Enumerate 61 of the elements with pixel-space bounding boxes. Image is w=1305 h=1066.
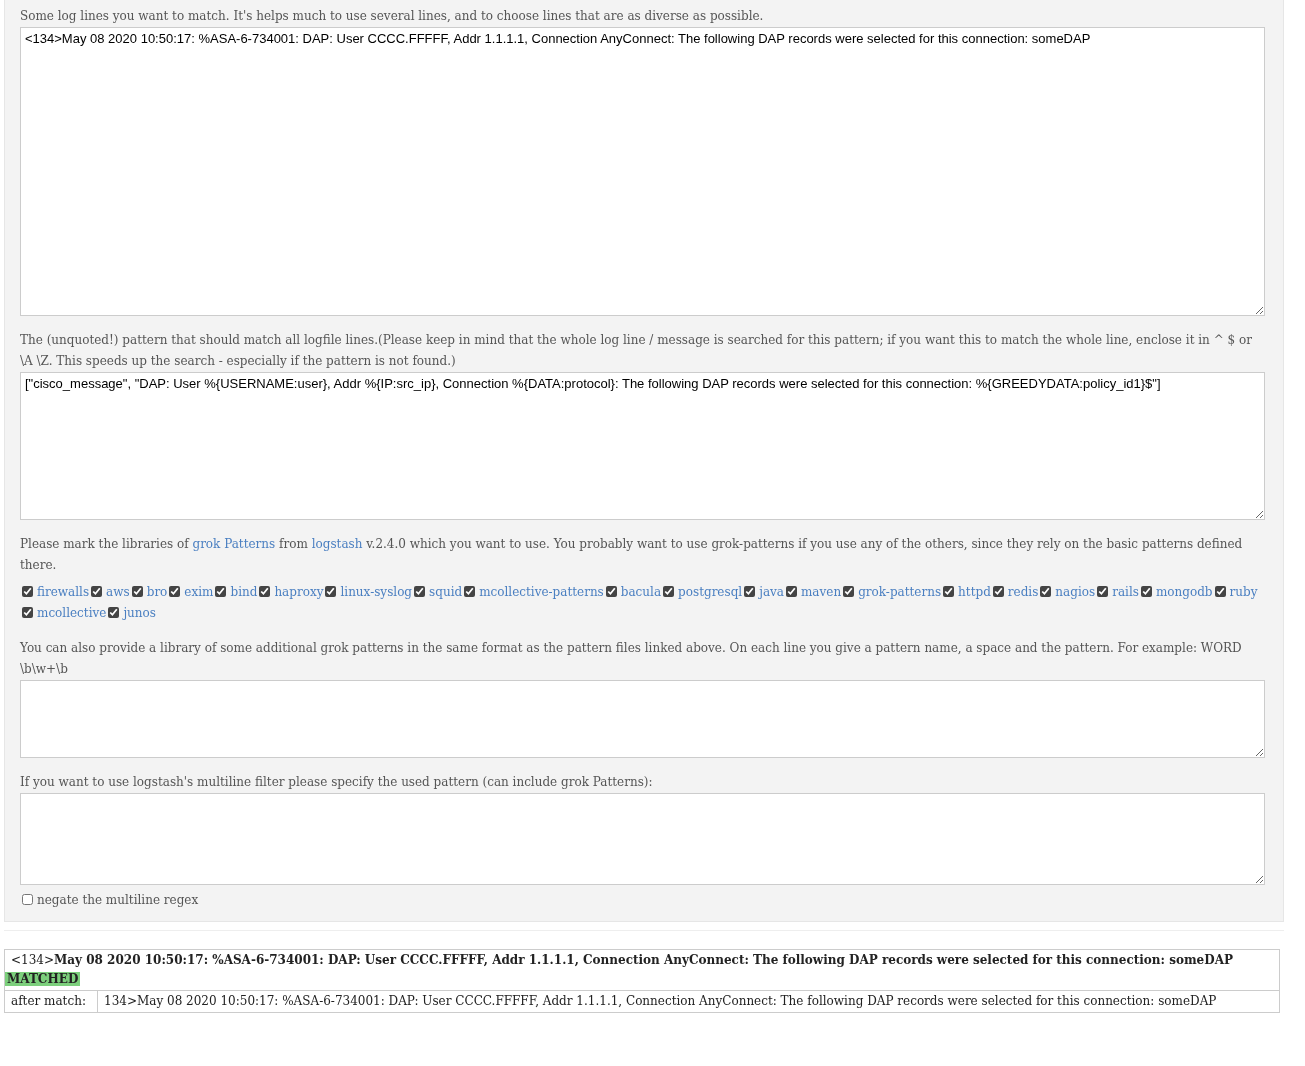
library-checkbox[interactable]	[169, 586, 181, 597]
table-cell: after match:	[4, 990, 98, 1013]
extra-patterns-field[interactable]	[20, 680, 1265, 758]
library-checkbox[interactable]	[325, 586, 337, 597]
library-checkbox[interactable]	[843, 586, 855, 597]
library-checkbox[interactable]	[259, 586, 271, 597]
field-label: You can also provide a library of some additional grok patterns in the same format as the pattern files linked above. On each line you give a pattern name, a space and the pattern. For example: WORD \b\w+\b	[20, 640, 1243, 678]
field-label: If you want to use logstash's multiline filter please specify the used pattern (can include grok Patterns):	[20, 774, 654, 791]
library-checkbox[interactable]	[22, 607, 33, 618]
library-link[interactable]: postgresql	[678, 585, 743, 599]
library-link[interactable]: junos	[123, 606, 156, 620]
library-link[interactable]: grok Patterns	[192, 537, 276, 551]
library-link[interactable]: squid	[429, 585, 463, 599]
library-checkbox[interactable]	[215, 586, 227, 597]
library-link[interactable]: bro	[146, 585, 168, 599]
library-link[interactable]: mcollective	[37, 606, 107, 620]
library-link[interactable]: rails	[1112, 585, 1139, 599]
library-link[interactable]: mongodb	[1155, 585, 1213, 599]
field-label: Some log lines you want to match. It's helps much to use several lines, and to choose lines that are as diverse as possible.	[20, 8, 765, 25]
library-checkbox[interactable]	[992, 586, 1004, 597]
library-checkbox[interactable]	[785, 586, 797, 597]
library-checkbox[interactable]	[744, 586, 756, 597]
library-link[interactable]: ruby	[1229, 585, 1258, 599]
library-link[interactable]: aws	[106, 585, 130, 599]
library-checkbox[interactable]	[464, 586, 476, 597]
table-cell: 134>May 08 2020 10:50:17: %ASA-6-734001: DAP: User CCCC.FFFFF, Addr 1.1.1.1, Connection AnyConnect: The following DAP records were selected for this connection: someDAP	[97, 990, 1280, 1013]
library-checkbox[interactable]	[1214, 586, 1226, 597]
library-link[interactable]: nagios	[1055, 585, 1096, 599]
library-link[interactable]: mcollective-patterns	[479, 585, 604, 599]
multiline-field[interactable]	[20, 793, 1265, 885]
library-link[interactable]: exim	[184, 585, 214, 599]
library-link[interactable]: redis	[1007, 585, 1039, 599]
library-link[interactable]: linux-syslog	[340, 585, 413, 599]
status-badge: MATCHED	[5, 972, 81, 986]
library-checkbox[interactable]	[91, 586, 103, 597]
library-checkbox[interactable]	[605, 586, 617, 597]
log-line: <134>May 08 2020 10:50:17: %ASA-6-734001: DAP: User CCCC.FFFFF, Addr 1.1.1.1, Connection AnyConnect: The following DAP records were selected for this connection: someDAP	[11, 953, 1233, 967]
library-link[interactable]: httpd	[958, 585, 991, 599]
library-checkbox[interactable]	[22, 586, 33, 597]
library-checkbox[interactable]	[131, 586, 143, 597]
library-link[interactable]: haproxy	[274, 585, 324, 599]
log-lines-field[interactable]: <134>May 08 2020 10:50:17: %ASA-6-734001: DAP: User CCCC.FFFFF, Addr 1.1.1.1, Connection AnyConnect: The following DAP records were selected for this connection: someDAP	[20, 27, 1265, 316]
library-checkbox[interactable]	[1097, 586, 1109, 597]
library-link[interactable]: bind	[230, 585, 258, 599]
library-link[interactable]: logstash	[311, 537, 363, 551]
library-link[interactable]: grok-patterns	[858, 585, 942, 599]
field-label: The (unquoted!) pattern that should match all logfile lines.(Please keep in mind that the whole log line / message is searched for this pattern; if you want this to match the whole line, enclose it in ^ $ or \A \Z. This speeds up the search - especially if the pattern is not found.)	[20, 332, 1253, 370]
library-link[interactable]: firewalls	[37, 585, 90, 599]
library-checkbox[interactable]	[108, 607, 120, 618]
library-link[interactable]: bacula	[620, 585, 662, 599]
negate-checkbox[interactable]	[22, 894, 33, 905]
library-link[interactable]: java	[759, 585, 784, 599]
library-checkbox[interactable]	[414, 586, 426, 597]
library-link[interactable]: maven	[800, 585, 842, 599]
pattern-field[interactable]: ["cisco_message", "DAP: User %{USERNAME:user}, Addr %{IP:src_ip}, Connection %{DATA:protocol}: The following DAP records were selected for this connection: %{GREEDYDATA:policy_id1}$"]	[20, 372, 1265, 520]
library-checkbox[interactable]	[1140, 586, 1152, 597]
checkbox-label: negate the multiline regex	[37, 893, 199, 907]
library-checkbox[interactable]	[663, 586, 675, 597]
library-checkbox[interactable]	[1040, 586, 1052, 597]
library-checkbox[interactable]	[943, 586, 955, 597]
libraries-description: Please mark the libraries of grok Patterns from logstash v.2.4.0 which you want to use. You probably want to use grok-patterns if you use any of the others, since they rely on the basic patterns defined there.	[20, 536, 1244, 574]
